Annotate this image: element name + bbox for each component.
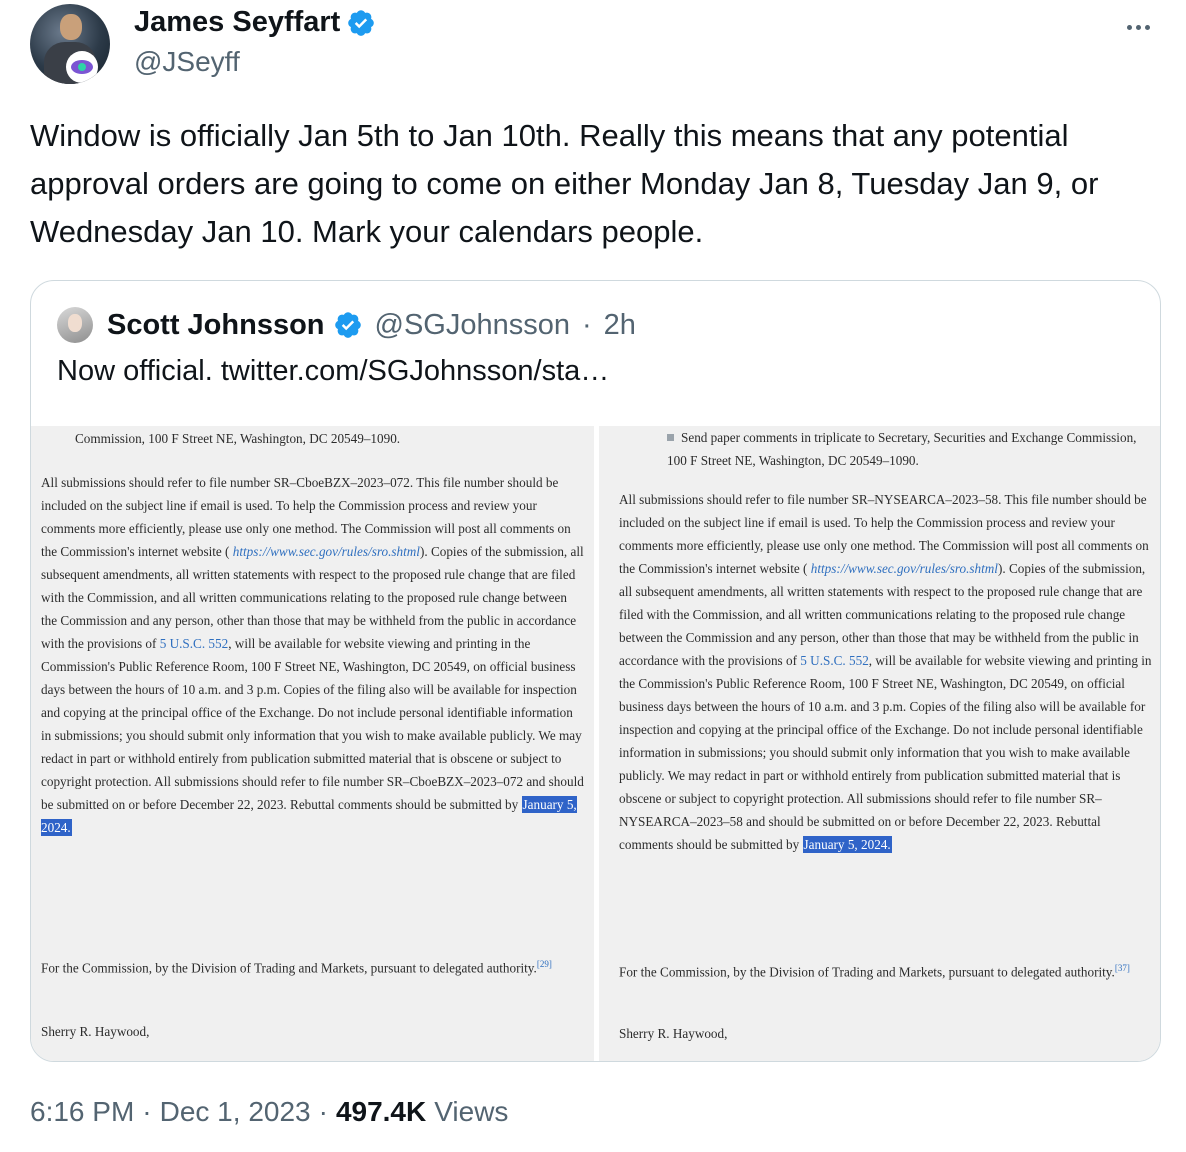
quoted-tweet-text: Now official. twitter.com/SGJohnsson/sta… (57, 355, 610, 387)
tweet-meta: 6:16 PM · Dec 1, 2023 · 497.4K Views (30, 1096, 508, 1128)
doc-paragraph: For the Commission, by the Division of T… (41, 959, 552, 976)
usc-link[interactable]: 5 U.S.C. 552 (800, 653, 869, 668)
quoted-tweet-image[interactable]: Commission, 100 F Street NE, Washington,… (31, 426, 1160, 1061)
usc-link[interactable]: 5 U.S.C. 552 (160, 636, 229, 651)
separator-dot: · (318, 1096, 328, 1127)
doc-paragraph: All submissions should refer to file num… (41, 475, 584, 836)
doc-signature: Sherry R. Haywood, (619, 1026, 728, 1041)
doc-paragraph: Commission, 100 F Street NE, Washington,… (75, 431, 401, 446)
tweet-time[interactable]: 6:16 PM (30, 1096, 134, 1128)
quoted-separator-dot: · (582, 308, 592, 341)
footnote-link[interactable]: [37] (1115, 963, 1130, 973)
more-options-icon[interactable] (1118, 12, 1158, 42)
doc-paragraph: All submissions should refer to file num… (619, 492, 1152, 853)
doc-paragraph: For the Commission, by the Division of T… (619, 963, 1130, 980)
doc-signature: Sherry R. Haywood, (41, 1024, 150, 1039)
sec-rules-link[interactable]: https://www.sec.gov/rules/sro.shtml (811, 561, 998, 576)
tweet-date[interactable]: Dec 1, 2023 (160, 1096, 311, 1128)
tweet-text: Window is officially Jan 5th to Jan 10th… (30, 118, 1099, 249)
image-divider (594, 426, 599, 1061)
quoted-author-name: Scott Johnsson (107, 308, 325, 341)
doc-paragraph: Send paper comments in triplicate to Sec… (667, 430, 1137, 468)
quoted-tweet-header: Scott Johnsson @SGJohnsson · 2h (57, 307, 636, 343)
quoted-author-avatar (57, 307, 93, 343)
author-handle[interactable]: @JSeyff (134, 46, 240, 78)
highlighted-date: January 5, 2024. (802, 836, 892, 853)
verified-badge-icon[interactable] (346, 8, 376, 38)
tweet-header: James Seyffart @JSeyff (30, 4, 1160, 88)
bullet-icon (667, 434, 674, 441)
quoted-author-handle: @SGJohnsson (374, 308, 570, 341)
verified-badge-icon (334, 312, 361, 338)
eye-icon (66, 51, 98, 83)
quoted-tweet-age: 2h (603, 308, 636, 341)
sec-rules-link[interactable]: https://www.sec.gov/rules/sro.shtml (233, 544, 420, 559)
views-label: Views (434, 1096, 509, 1127)
footnote-link[interactable]: [29] (537, 959, 552, 969)
separator-dot: · (142, 1096, 152, 1127)
author-name[interactable]: James Seyffart (134, 6, 340, 39)
author-avatar[interactable] (30, 4, 110, 84)
author-name-row: James Seyffart (134, 6, 376, 39)
views-count: 497.4K (335, 1096, 427, 1127)
quoted-tweet[interactable]: Scott Johnsson @SGJohnsson · 2h Now offi… (30, 280, 1161, 1062)
